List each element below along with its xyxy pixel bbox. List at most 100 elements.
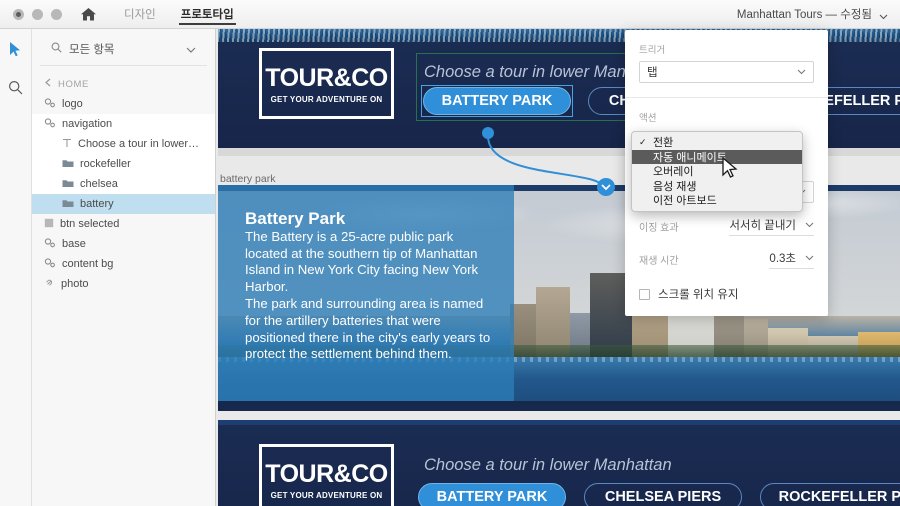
- logo-bottom: TOUR&CO GET YOUR ADVENTURE ON: [259, 444, 394, 506]
- preserve-scroll-row[interactable]: 스크롤 위치 유지: [639, 286, 814, 302]
- component-icon: [44, 117, 56, 131]
- detail-paragraph-1: The Battery is a 25-acre public park loc…: [245, 229, 479, 294]
- logo-line2: GET YOUR ADVENTURE ON: [270, 94, 383, 104]
- menu-item-1[interactable]: 자동 애니메이트: [632, 149, 802, 164]
- chevron-down-icon[interactable]: [186, 40, 196, 58]
- check-icon: ✓: [639, 136, 647, 147]
- detail-bottom-bar: [218, 401, 900, 411]
- chevron-down-icon: [805, 252, 814, 264]
- search-icon: [51, 40, 62, 58]
- trigger-section: 트리거 탭: [625, 30, 828, 97]
- magnifier-icon[interactable]: [5, 76, 27, 98]
- tab-prototype[interactable]: 프로토타입: [178, 0, 236, 28]
- chevron-left-icon: [44, 78, 52, 90]
- sidebar-item-content-bg[interactable]: content bg: [32, 254, 215, 274]
- easing-label: 이징 효과: [639, 223, 679, 234]
- sidebar-item-home[interactable]: HOME: [32, 74, 215, 94]
- sidebar-item-label: content bg: [62, 258, 114, 270]
- action-dropdown-menu[interactable]: ✓ 전환 자동 애니메이트 오버레이 음성 재생 이전 아트보드: [631, 131, 803, 212]
- sidebar-item-photo[interactable]: photo: [32, 274, 215, 294]
- sidebar-item-label: logo: [62, 98, 83, 110]
- folder-icon: [62, 198, 74, 211]
- easing-value: 서서히 끝내기: [729, 220, 796, 232]
- chevron-down-icon[interactable]: [879, 11, 888, 20]
- folder-icon: [62, 178, 74, 191]
- logo-line1: TOUR&CO: [265, 63, 388, 92]
- sidebar-item-label: base: [62, 238, 86, 250]
- search-value: 모든 항목: [69, 44, 115, 56]
- menu-item-2[interactable]: 오버레이: [632, 164, 802, 179]
- chevron-down-icon: [797, 66, 806, 78]
- tab-design[interactable]: 디자인: [122, 0, 158, 28]
- sidebar-item-choose-a-tour-in-lower[interactable]: Choose a tour in lower…: [32, 134, 215, 154]
- maximize-button[interactable]: [51, 8, 62, 20]
- sidebar-item-label: battery: [80, 198, 114, 210]
- sidebar-item-navigation[interactable]: navigation: [32, 114, 215, 134]
- sidebar-item-rockefeller[interactable]: rockefeller: [32, 154, 215, 174]
- artboard-label-battery[interactable]: battery park: [220, 173, 275, 185]
- layer-list: HOME logo navigation Choose a tour in lower…: [32, 66, 215, 294]
- sidebar-item-battery[interactable]: battery: [32, 194, 215, 214]
- sidebar-item-label: HOME: [58, 78, 89, 90]
- nav-button-chelsea-bottom[interactable]: CHELSEA PIERS: [584, 483, 742, 506]
- nav-button-battery-bottom[interactable]: BATTERY PARK: [418, 483, 566, 506]
- app-window: 디자인 프로토타입 Manhattan Tours — 수정됨 모든 항목 HO…: [0, 0, 900, 506]
- trigger-label: 트리거: [639, 45, 666, 56]
- close-button[interactable]: [13, 8, 24, 20]
- menu-item-3[interactable]: 음성 재생: [632, 179, 802, 194]
- detail-paragraph-2: The park and surrounding area is named f…: [245, 296, 491, 362]
- sidebar-item-chelsea[interactable]: chelsea: [32, 174, 215, 194]
- link-icon: [44, 277, 55, 291]
- layers-sidebar: 모든 항목 HOME logo navigation Choose a tour in…: [32, 29, 216, 506]
- sidebar-item-base[interactable]: base: [32, 234, 215, 254]
- artboard-bottom-nav[interactable]: TOUR&CO GET YOUR ADVENTURE ON Choose a t…: [218, 420, 900, 506]
- document-title-group[interactable]: Manhattan Tours — 수정됨: [737, 6, 888, 22]
- home-icon[interactable]: [80, 7, 97, 22]
- detail-body: The Battery is a 25-acre public park loc…: [245, 229, 495, 363]
- duration-select[interactable]: 0.3초: [769, 250, 814, 269]
- sidebar-item-label: Choose a tour in lower…: [78, 138, 200, 150]
- preserve-scroll-label: 스크롤 위치 유지: [658, 289, 739, 301]
- easing-row: 이징 효과 서서히 끝내기: [639, 217, 814, 236]
- logo-bottom-line2: GET YOUR ADVENTURE ON: [270, 490, 383, 500]
- sidebar-item-label: photo: [61, 278, 89, 290]
- duration-row: 재생 시간 0.3초: [639, 250, 814, 269]
- square-icon: [44, 218, 54, 231]
- easing-select[interactable]: 서서히 끝내기: [729, 217, 814, 236]
- search-input[interactable]: 모든 항목: [40, 33, 207, 66]
- component-icon: [44, 97, 56, 111]
- menu-item-label: 이전 아트보드: [653, 195, 717, 208]
- sidebar-item-label: navigation: [62, 118, 113, 130]
- window-controls: [13, 8, 62, 20]
- component-icon: [44, 257, 56, 271]
- chevron-down-icon: [805, 219, 814, 231]
- action-label: 액션: [639, 113, 657, 124]
- sidebar-item-logo[interactable]: logo: [32, 94, 215, 114]
- minimize-button[interactable]: [32, 8, 43, 20]
- sidebar-item-label: btn selected: [60, 218, 120, 230]
- component-icon: [44, 237, 56, 251]
- text-icon: [62, 138, 72, 151]
- tagline-bottom: Choose a tour in lower Manhattan: [424, 456, 672, 474]
- nav-button-battery-top[interactable]: BATTERY PARK: [423, 87, 571, 115]
- mouse-cursor-icon: [722, 157, 738, 178]
- folder-icon: [62, 158, 74, 171]
- title-bar: 디자인 프로토타입 Manhattan Tours — 수정됨: [0, 0, 900, 29]
- logo-bottom-line1: TOUR&CO: [265, 459, 388, 488]
- sidebar-item-btn-selected[interactable]: btn selected: [32, 214, 215, 234]
- preserve-scroll-checkbox[interactable]: [639, 288, 650, 300]
- nav-button-rockefeller-bottom[interactable]: ROCKEFELLER PARK: [760, 483, 900, 506]
- sidebar-item-label: rockefeller: [80, 158, 131, 170]
- sidebar-item-label: chelsea: [80, 178, 118, 190]
- mode-tabs: 디자인 프로토타입: [122, 0, 236, 28]
- tool-rail: [0, 29, 32, 506]
- cursor-select-icon[interactable]: [5, 38, 27, 60]
- trigger-select[interactable]: 탭: [639, 61, 814, 83]
- document-title: Manhattan Tours — 수정됨: [736, 9, 872, 21]
- detail-title: Battery Park: [245, 209, 346, 228]
- logo: TOUR&CO GET YOUR ADVENTURE ON: [259, 48, 394, 119]
- menu-item-4[interactable]: 이전 아트보드: [632, 193, 802, 208]
- menu-item-0[interactable]: ✓ 전환: [632, 135, 802, 150]
- duration-value: 0.3초: [769, 253, 796, 265]
- duration-label: 재생 시간: [639, 256, 679, 267]
